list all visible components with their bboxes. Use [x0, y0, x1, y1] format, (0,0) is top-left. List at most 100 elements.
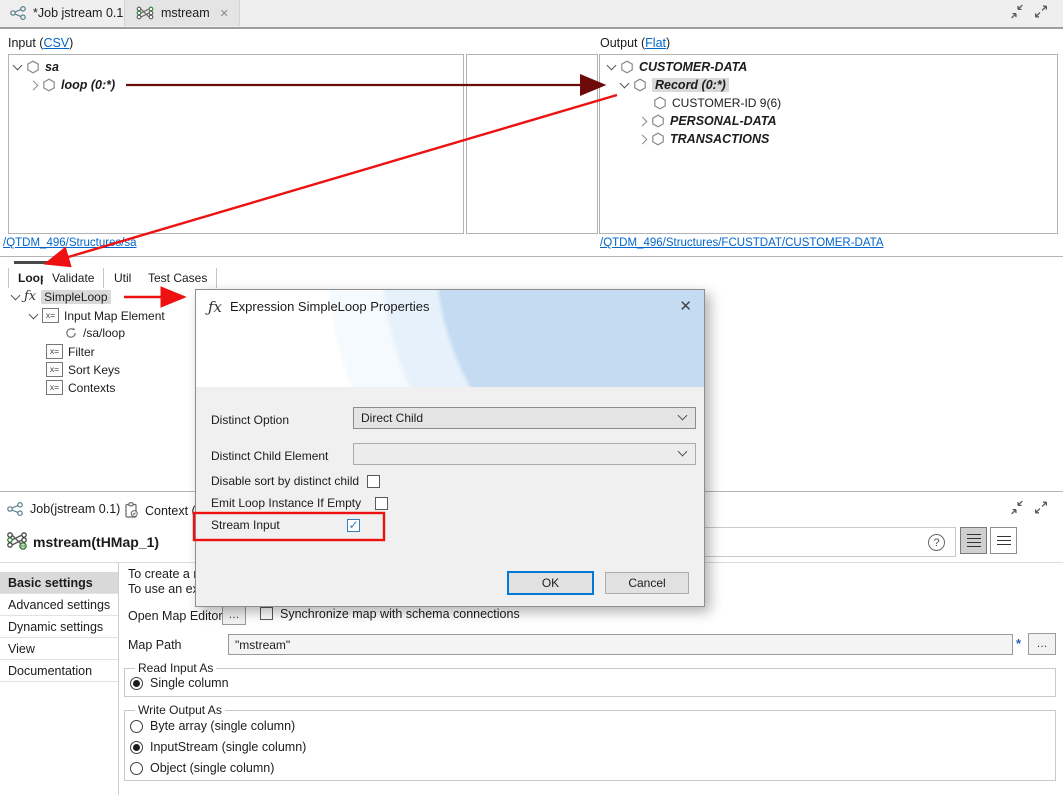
disable-sort-checkbox[interactable] — [367, 475, 380, 488]
tree-row-transactions[interactable]: TRANSACTIONS — [639, 132, 769, 146]
tree-row-record[interactable]: Record (0:*) — [621, 78, 729, 92]
maximize-view-icon[interactable] — [1033, 500, 1049, 515]
tree-row-customer-id[interactable]: CUSTOMER-ID 9(6) — [653, 96, 781, 110]
minimize-view-icon[interactable] — [1009, 4, 1025, 19]
map-path-browse-button[interactable]: … — [1028, 633, 1056, 655]
input-label: Input ( — [8, 36, 43, 50]
tab-context-view-label: Context (j — [145, 504, 199, 518]
variable-icon: x= — [46, 344, 63, 359]
tab-job-view-label: Job(jstream 0.1) — [30, 502, 120, 516]
minimize-view-icon[interactable] — [1009, 500, 1025, 515]
output-panel-title: Output (Flat) — [600, 36, 670, 50]
distinct-option-label: Distinct Option — [211, 413, 289, 427]
chevron-down-icon[interactable] — [620, 79, 630, 89]
tab-validate[interactable]: Validate — [43, 268, 104, 288]
tree-row-customer-data[interactable]: CUSTOMER-DATA — [608, 60, 747, 74]
tree-row-sort-keys[interactable]: x= Sort Keys — [46, 362, 120, 377]
close-tab-icon[interactable]: ✕ — [220, 7, 229, 20]
output-structure-path-link[interactable]: /QTDM_496/Structures/FCUSTDAT/CUSTOMER-D… — [600, 237, 884, 249]
stream-input-checkbox-row[interactable]: Stream Input ✓ — [211, 518, 360, 532]
radio-icon[interactable] — [130, 762, 143, 775]
radio-byte-array[interactable]: Byte array (single column) — [130, 719, 295, 733]
cancel-button[interactable]: Cancel — [605, 572, 689, 594]
tab-util[interactable]: Util — [105, 268, 141, 288]
context-icon — [124, 502, 139, 519]
disable-sort-label: Disable sort by distinct child — [211, 474, 359, 488]
synchronize-checkbox[interactable] — [260, 607, 273, 620]
radio-inputstream-label: InputStream (single column) — [150, 740, 306, 754]
output-format-link[interactable]: Flat — [645, 36, 666, 50]
tree-row-input-map-element[interactable]: x= Input Map Element — [30, 308, 165, 323]
disable-sort-checkbox-row[interactable]: Disable sort by distinct child — [211, 474, 380, 488]
help-text-line1: To create a n — [128, 567, 200, 581]
distinct-option-select[interactable]: Direct Child — [353, 407, 696, 429]
tab-mstream[interactable]: mstream ✕ — [124, 0, 240, 26]
required-asterisk: * — [1016, 636, 1021, 651]
radio-object-label: Object (single column) — [150, 761, 274, 775]
tree-row-contexts[interactable]: x= Contexts — [46, 380, 115, 395]
fx-icon: ƒx — [24, 291, 36, 303]
thmap-component-icon — [5, 529, 29, 553]
chevron-down-icon[interactable] — [29, 309, 39, 319]
output-label-paren: ) — [666, 36, 670, 50]
hmap-icon — [135, 5, 155, 21]
expression-properties-dialog: ƒx Expression SimpleLoop Properties ✕ Di… — [195, 289, 705, 607]
emit-loop-checkbox-row[interactable]: Emit Loop Instance If Empty — [211, 496, 388, 510]
chevron-right-icon[interactable] — [638, 116, 648, 126]
stream-input-checkbox[interactable]: ✓ — [347, 519, 360, 532]
emit-loop-checkbox[interactable] — [375, 497, 388, 510]
radio-single-column[interactable]: Single column — [130, 676, 229, 690]
tab-job-label: *Job jstream 0.1 — [33, 6, 123, 20]
editor-window-controls — [1009, 4, 1049, 19]
radio-object[interactable]: Object (single column) — [130, 761, 274, 775]
sidebar-item-basic-settings[interactable]: Basic settings — [0, 572, 118, 594]
radio-inputstream[interactable]: InputStream (single column) — [130, 740, 306, 754]
distinct-option-value: Direct Child — [361, 411, 423, 425]
tree-row-filter[interactable]: x= Filter — [46, 344, 95, 359]
sidebar-item-advanced-settings[interactable]: Advanced settings — [0, 594, 118, 616]
tab-test-cases-label: Test Cases — [148, 271, 207, 285]
maximize-view-icon[interactable] — [1033, 4, 1049, 19]
tree-row-sa[interactable]: sa — [14, 60, 59, 74]
chevron-right-icon[interactable] — [638, 134, 648, 144]
ok-button[interactable]: OK — [507, 571, 594, 595]
view-mode-list-icon[interactable] — [960, 527, 987, 554]
tree-label-customer-id: CUSTOMER-ID 9(6) — [672, 96, 781, 110]
hexagon-icon — [653, 96, 667, 110]
emit-loop-label: Emit Loop Instance If Empty — [211, 496, 361, 510]
view-mode-compact-icon[interactable] — [990, 527, 1017, 554]
synchronize-label: Synchronize map with schema connections — [280, 607, 520, 621]
radio-selected-icon[interactable] — [130, 741, 143, 754]
open-map-editor-label: Open Map Editor — [128, 609, 223, 623]
radio-icon[interactable] — [130, 720, 143, 733]
sidebar-item-view[interactable]: View — [0, 638, 118, 660]
chevron-down-icon[interactable] — [11, 291, 21, 301]
sidebar-item-dynamic-settings[interactable]: Dynamic settings — [0, 616, 118, 638]
tab-job-designer[interactable]: *Job jstream 0.1 — [0, 0, 133, 26]
sidebar-item-documentation[interactable]: Documentation — [0, 660, 118, 682]
tree-row-simpleloop[interactable]: ƒx SimpleLoop — [12, 290, 111, 304]
tab-test-cases[interactable]: Test Cases — [139, 268, 217, 288]
tree-row-loop[interactable]: loop (0:*) — [30, 78, 115, 92]
tree-label-customer-data: CUSTOMER-DATA — [639, 60, 747, 74]
input-structure-path-link[interactable]: /QTDM_496/Structures/sa — [3, 237, 137, 249]
tree-row-sa-loop[interactable]: /sa/loop — [64, 326, 125, 340]
chevron-right-icon[interactable] — [29, 80, 39, 90]
open-map-editor-button[interactable]: … — [222, 605, 246, 625]
variable-icon: x= — [46, 380, 63, 395]
chevron-down-icon[interactable] — [13, 61, 23, 71]
input-format-link[interactable]: CSV — [43, 36, 69, 50]
chevron-down-icon — [678, 411, 688, 421]
dialog-close-icon[interactable]: ✕ — [679, 297, 692, 315]
tab-job-view[interactable]: Job(jstream 0.1) — [7, 502, 120, 516]
sash-handle[interactable] — [14, 261, 62, 264]
tab-context-view[interactable]: Context (j — [124, 502, 199, 519]
distinct-child-element-select[interactable] — [353, 443, 696, 465]
help-icon[interactable]: ? — [928, 534, 945, 551]
map-path-input[interactable]: "mstream" — [228, 634, 1013, 655]
tree-row-personal-data[interactable]: PERSONAL-DATA — [639, 114, 776, 128]
radio-selected-icon[interactable] — [130, 677, 143, 690]
tree-label-input-map-element: Input Map Element — [64, 309, 165, 323]
chevron-down-icon[interactable] — [607, 61, 617, 71]
horizontal-sash[interactable] — [0, 256, 1063, 257]
